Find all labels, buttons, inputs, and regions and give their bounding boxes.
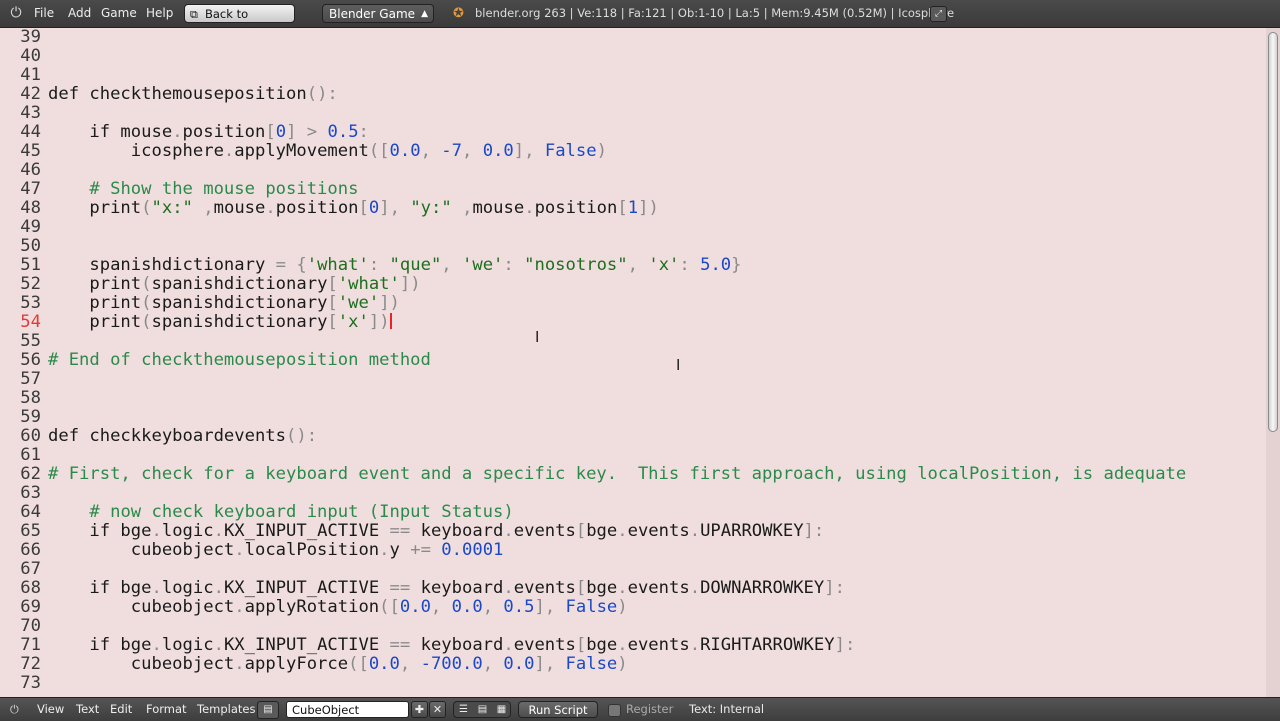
editor-display-toggles: ☰ ▤ ▦ — [453, 701, 511, 718]
word-wrap-icon[interactable]: ▤ — [473, 702, 492, 717]
line-number: 71 — [20, 635, 41, 655]
menu-format[interactable]: Format — [146, 698, 187, 721]
line-number: 44 — [20, 122, 41, 142]
code-line[interactable]: print(spanishdictionary['x']) — [48, 313, 392, 332]
line-number: 64 — [20, 502, 41, 522]
line-number: 60 — [20, 426, 41, 446]
code-line[interactable]: print(spanishdictionary['what']) — [48, 275, 420, 294]
code-line[interactable]: # now check keyboard input (Input Status… — [48, 503, 513, 522]
code-line[interactable]: # End of checkthemouseposition method — [48, 351, 431, 370]
code-line[interactable]: print(spanishdictionary['we']) — [48, 294, 400, 313]
code-line[interactable]: cubeobject.localPosition.y += 0.0001 — [48, 541, 504, 560]
syntax-highlight-icon[interactable]: ▦ — [492, 702, 511, 717]
menu-help[interactable]: Help — [146, 0, 173, 27]
code-line[interactable]: if bge.logic.KX_INPUT_ACTIVE == keyboard… — [48, 579, 845, 598]
line-number: 40 — [20, 46, 41, 66]
menu-view[interactable]: View — [37, 698, 64, 721]
line-number: 69 — [20, 597, 41, 617]
vertical-scrollbar[interactable] — [1266, 28, 1280, 698]
scroll-thumb[interactable] — [1268, 32, 1278, 432]
text-block-name-field[interactable]: CubeObject — [286, 701, 409, 718]
code-line[interactable]: cubeobject.applyRotation([0.0, 0.0, 0.5]… — [48, 598, 628, 617]
text-document-icon[interactable]: ▤ — [257, 701, 279, 719]
code-line[interactable]: # Show the mouse positions — [48, 180, 358, 199]
line-number: 72 — [20, 654, 41, 674]
screen-back-icon: ⧉ — [190, 8, 198, 21]
line-number: 73 — [20, 673, 41, 693]
code-line[interactable]: print("x:" ,mouse.position[0], "y:" ,mou… — [48, 199, 658, 218]
blender-stats-icon: ✪ — [453, 6, 464, 21]
line-number: 65 — [20, 521, 41, 541]
menu-templates[interactable]: Templates — [197, 698, 255, 721]
updown-arrows-icon: ▲ — [421, 9, 428, 19]
text-caret — [389, 313, 392, 329]
line-number: 43 — [20, 103, 41, 123]
line-number: 58 — [20, 388, 41, 408]
line-numbers-icon[interactable]: ☰ — [454, 702, 473, 717]
register-label: Register — [626, 702, 674, 716]
line-number: 42 — [20, 84, 41, 104]
line-number: 54 — [20, 312, 41, 332]
line-number: 41 — [20, 65, 41, 85]
line-number: 45 — [20, 141, 41, 161]
plus-icon[interactable]: ✚ — [411, 701, 428, 718]
line-number: 61 — [20, 445, 41, 465]
register-checkbox[interactable] — [608, 704, 621, 717]
line-number: 53 — [20, 293, 41, 313]
code-line[interactable]: if mouse.position[0] > 0.5: — [48, 123, 369, 142]
line-number: 51 — [20, 255, 41, 275]
run-script-button[interactable]: Run Script — [518, 701, 598, 718]
menu-game[interactable]: Game — [101, 0, 137, 27]
line-number-gutter: 39 40 41 42 43 44 45 46 47 48 49 50 51 52 53 54 55 56 57 58… — [0, 28, 44, 698]
code-line[interactable]: icosphere.applyMovement([0.0, -7, 0.0], … — [48, 142, 607, 161]
line-number: 62 — [20, 464, 41, 484]
line-number: 68 — [20, 578, 41, 598]
line-number: 70 — [20, 616, 41, 636]
line-number: 47 — [20, 179, 41, 199]
scene-stats: blender.org 263 | Ve:118 | Fa:121 | Ob:1… — [475, 6, 955, 20]
menu-file[interactable]: File — [34, 0, 54, 27]
line-number: 48 — [20, 198, 41, 218]
line-number: 39 — [20, 28, 41, 47]
line-number: 66 — [20, 540, 41, 560]
render-engine-select[interactable]: Blender Game ▲ — [322, 4, 434, 23]
render-engine-label: Blender Game — [329, 7, 416, 21]
text-status: Text: Internal — [689, 702, 765, 716]
mouse-cursor-icon: I — [535, 328, 540, 346]
line-number: 55 — [20, 331, 41, 351]
blender-logo-icon[interactable]: ⏻ — [6, 0, 26, 27]
editor-type-icon[interactable]: ⏻ — [10, 698, 19, 721]
line-number: 59 — [20, 407, 41, 427]
line-number: 63 — [20, 483, 41, 503]
line-number: 67 — [20, 559, 41, 579]
line-number: 49 — [20, 217, 41, 237]
menu-add[interactable]: Add — [68, 0, 91, 27]
code-line[interactable]: if bge.logic.KX_INPUT_ACTIVE == keyboard… — [48, 522, 824, 541]
back-to-previous-button[interactable]: ⧉ Back to Previous — [184, 4, 295, 40]
text-editor[interactable]: 39 40 41 42 43 44 45 46 47 48 49 50 51 52 53 54 55 56 57 58… — [0, 28, 1280, 698]
code-line[interactable]: spanishdictionary = {'what': "que", 'we'… — [48, 256, 741, 275]
text-cursor-icon: I — [676, 356, 681, 374]
fullscreen-icon[interactable]: ⤢ — [930, 6, 947, 22]
line-number: 46 — [20, 160, 41, 180]
menu-text[interactable]: Text — [76, 698, 99, 721]
line-number: 50 — [20, 236, 41, 256]
code-line[interactable]: def checkthemouseposition(): — [48, 85, 338, 104]
code-line[interactable]: def checkkeyboardevents(): — [48, 427, 317, 446]
text-editor-header: ⏻ View Text Edit Format Templates ▤ Cube… — [0, 697, 1280, 721]
line-number: 52 — [20, 274, 41, 294]
top-header: ⏻ File Add Game Help ⧉ Back to Previous … — [0, 0, 1280, 40]
code-line[interactable]: if bge.logic.KX_INPUT_ACTIVE == keyboard… — [48, 636, 855, 655]
code-line[interactable]: # First, check for a keyboard event and … — [48, 465, 1186, 484]
line-number: 56 — [20, 350, 41, 370]
code-line[interactable]: cubeobject.applyForce([0.0, -700.0, 0.0]… — [48, 655, 628, 674]
line-number: 57 — [20, 369, 41, 389]
close-icon[interactable]: ✕ — [429, 701, 446, 718]
menu-edit[interactable]: Edit — [110, 698, 132, 721]
